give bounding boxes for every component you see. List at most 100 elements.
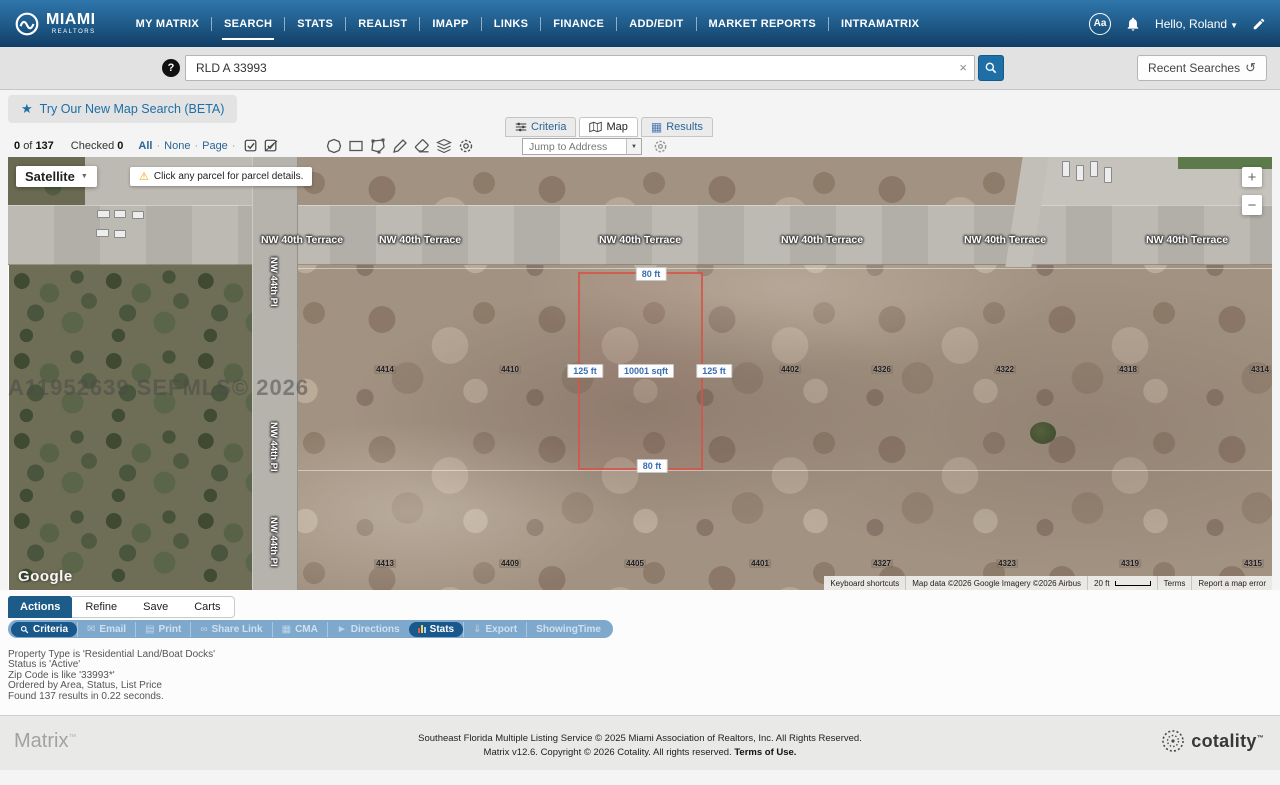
showingtime-button[interactable]: ShowingTime bbox=[526, 622, 610, 637]
vegetation-area bbox=[8, 265, 252, 590]
share-link-button-label: Share Link bbox=[211, 624, 262, 635]
main-menu-item[interactable]: ADD/EDIT bbox=[616, 17, 695, 31]
polygon-tool-icon[interactable] bbox=[370, 138, 386, 154]
search-button[interactable] bbox=[978, 55, 1004, 81]
zoom-out-button[interactable]: − bbox=[1242, 195, 1262, 215]
sliders-icon bbox=[515, 121, 527, 133]
car bbox=[97, 210, 110, 218]
toolbar-gear-icon[interactable] bbox=[653, 139, 668, 154]
bell-icon[interactable] bbox=[1125, 16, 1141, 32]
brand-name: MIAMI bbox=[46, 12, 96, 28]
lot-number[interactable]: 4319 bbox=[1119, 559, 1141, 568]
parcel-notice: ⚠ Click any parcel for parcel details. bbox=[130, 167, 312, 186]
clear-search-icon[interactable]: × bbox=[959, 60, 967, 75]
mls-watermark: A11952639 SEFMLS© 2026 bbox=[8, 375, 309, 401]
tab-criteria[interactable]: Criteria bbox=[505, 117, 576, 137]
zoom-in-button[interactable]: + bbox=[1242, 167, 1262, 187]
tab-map[interactable]: Map bbox=[579, 117, 637, 137]
export-button-label: Export bbox=[486, 624, 518, 635]
lot-number[interactable]: 4401 bbox=[749, 559, 771, 568]
satellite-map[interactable]: NW 40th TerraceNW 40th TerraceNW 40th Te… bbox=[8, 157, 1272, 590]
help-icon[interactable]: ? bbox=[162, 59, 180, 77]
user-greeting[interactable]: Hello, Roland▼ bbox=[1155, 17, 1238, 31]
lot-number[interactable]: 4315 bbox=[1242, 559, 1264, 568]
main-menu-item[interactable]: INTRAMATRIX bbox=[828, 17, 931, 31]
tab-results[interactable]: ▦ Results bbox=[641, 117, 713, 137]
layers-icon[interactable] bbox=[436, 138, 452, 154]
miami-realtors-logo[interactable]: MIAMI REALTORS bbox=[14, 11, 96, 37]
keyboard-shortcuts-link[interactable]: Keyboard shortcuts bbox=[824, 576, 905, 590]
lot-number[interactable]: 4326 bbox=[871, 365, 893, 374]
search-input[interactable] bbox=[185, 55, 975, 81]
satellite-layer-button[interactable]: Satellite ▼ bbox=[16, 166, 97, 187]
main-menu-item[interactable]: MARKET REPORTS bbox=[696, 17, 828, 31]
criteria-button[interactable]: Criteria bbox=[11, 622, 77, 637]
lot-number[interactable]: 4413 bbox=[374, 559, 396, 568]
tab-refine[interactable]: Refine bbox=[72, 597, 130, 617]
check-all-icon[interactable] bbox=[244, 139, 258, 153]
lot-number[interactable]: 4402 bbox=[779, 365, 801, 374]
rectangle-tool-icon[interactable] bbox=[348, 138, 364, 154]
select-page-link[interactable]: Page bbox=[202, 140, 228, 152]
street-label: NW 40th Terrace bbox=[261, 234, 343, 246]
jump-to-address-select[interactable]: Jump to Address ▼ bbox=[522, 138, 642, 155]
map-draw-tools bbox=[326, 138, 474, 154]
tab-actions[interactable]: Actions bbox=[8, 596, 72, 618]
map-toolbar: 0 of 137 Checked 0 All· None· Page· bbox=[0, 137, 1280, 157]
lot-number[interactable]: 4318 bbox=[1117, 365, 1139, 374]
email-button[interactable]: ✉ Email bbox=[77, 622, 135, 637]
pencil-icon[interactable] bbox=[1252, 17, 1266, 31]
main-menu-item[interactable]: STATS bbox=[284, 17, 345, 31]
main-menu-item[interactable]: FINANCE bbox=[540, 17, 616, 31]
tab-criteria-label: Criteria bbox=[531, 121, 566, 133]
footer-line2: Matrix v12.6. Copyright © 2026 Cotality.… bbox=[0, 747, 1280, 758]
lot-number[interactable]: 4322 bbox=[994, 365, 1016, 374]
main-menu-item[interactable]: IMAPP bbox=[419, 17, 480, 31]
cma-button[interactable]: ▦ CMA bbox=[272, 622, 327, 637]
parcel-measure-bottom: 80 ft bbox=[637, 459, 668, 473]
search-criteria-summary: Property Type is 'Residential Land/Boat … bbox=[8, 650, 215, 702]
stats-button[interactable]: Stats bbox=[409, 622, 463, 637]
lot-number[interactable]: 4409 bbox=[499, 559, 521, 568]
print-button[interactable]: ▤ Print bbox=[135, 622, 190, 637]
search-icon bbox=[984, 61, 998, 75]
lot-number[interactable]: 4323 bbox=[996, 559, 1018, 568]
select-all-link[interactable]: All bbox=[138, 140, 152, 152]
main-menu-item[interactable]: LINKS bbox=[481, 17, 541, 31]
dot-separator: · bbox=[156, 140, 160, 152]
export-icon: ⇓ bbox=[473, 624, 481, 635]
star-icon: ★ bbox=[21, 101, 33, 117]
lot-number[interactable]: 4405 bbox=[624, 559, 646, 568]
recent-searches-button[interactable]: Recent Searches ↺ bbox=[1137, 55, 1267, 81]
new-map-search-beta-button[interactable]: ★ Try Our New Map Search (BETA) bbox=[8, 95, 237, 123]
select-links: All· None· Page· bbox=[138, 140, 235, 152]
satellite-label: Satellite bbox=[25, 169, 75, 184]
link-icon: ∞ bbox=[200, 624, 207, 635]
eraser-tool-icon[interactable] bbox=[414, 138, 430, 154]
main-menu-item[interactable]: REALIST bbox=[345, 17, 419, 31]
tab-carts[interactable]: Carts bbox=[181, 597, 233, 617]
lot-number[interactable]: 4314 bbox=[1249, 365, 1271, 374]
lot-number[interactable]: 4327 bbox=[871, 559, 893, 568]
export-button[interactable]: ⇓ Export bbox=[463, 622, 526, 637]
main-menu-item[interactable]: SEARCH bbox=[211, 17, 284, 31]
font-size-button[interactable]: Aa bbox=[1089, 13, 1111, 35]
lot-number[interactable]: 4414 bbox=[374, 365, 396, 374]
uncheck-all-icon[interactable] bbox=[264, 139, 278, 153]
pencil-tool-icon[interactable] bbox=[392, 138, 408, 154]
share-link-button[interactable]: ∞ Share Link bbox=[190, 622, 271, 637]
lot-number[interactable]: 4410 bbox=[499, 365, 521, 374]
map-settings-gear-icon[interactable] bbox=[458, 138, 474, 154]
terms-of-use-link[interactable]: Terms of Use. bbox=[734, 747, 796, 758]
parcel-notice-text: Click any parcel for parcel details. bbox=[154, 171, 304, 182]
tab-save[interactable]: Save bbox=[130, 597, 181, 617]
report-map-error-link[interactable]: Report a map error bbox=[1191, 576, 1272, 590]
actions-tab-bar: Actions Refine Save Carts bbox=[8, 596, 235, 618]
radius-shape-icon[interactable] bbox=[326, 138, 342, 154]
car bbox=[1090, 161, 1098, 177]
directions-button[interactable]: ► Directions bbox=[327, 622, 409, 637]
terms-link[interactable]: Terms bbox=[1157, 576, 1192, 590]
select-none-link[interactable]: None bbox=[164, 140, 190, 152]
main-menu-item[interactable]: MY MATRIX bbox=[124, 17, 211, 31]
check-actions bbox=[244, 139, 278, 153]
